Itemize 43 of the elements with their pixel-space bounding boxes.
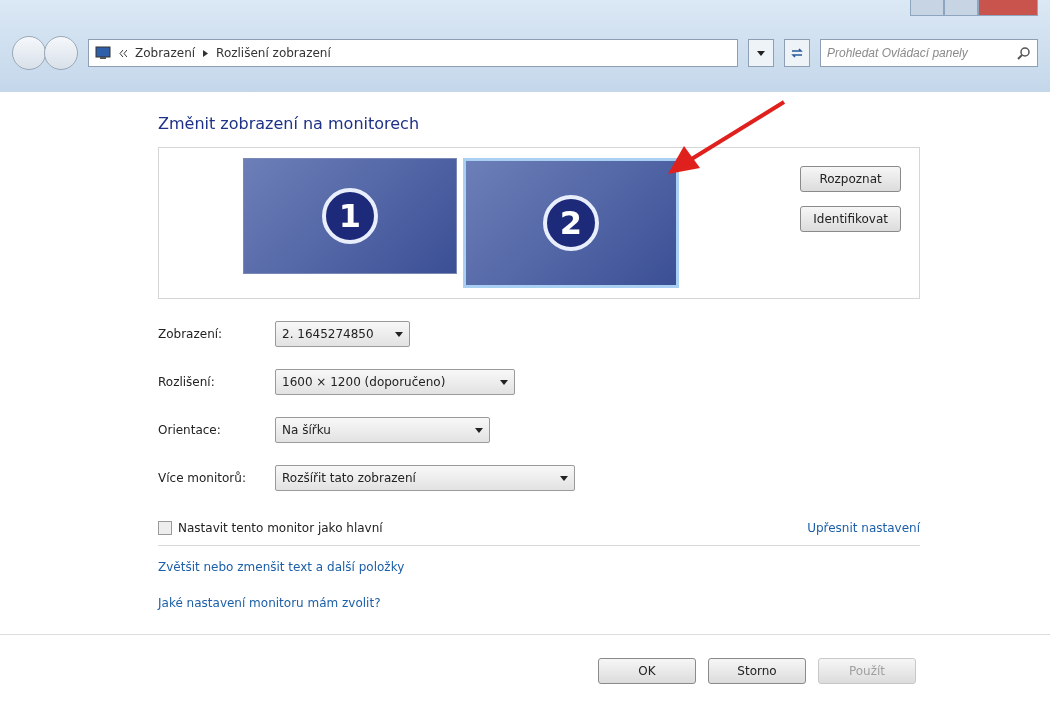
close-button[interactable] [978, 0, 1038, 16]
refresh-button[interactable] [784, 39, 810, 67]
dropdown[interactable]: 2. 1645274850 [275, 321, 410, 347]
minimize-button[interactable] [910, 0, 944, 16]
breadcrumb[interactable]: Zobrazení [135, 46, 196, 60]
help-link[interactable]: Jaké nastavení monitoru mám zvolit? [158, 596, 381, 610]
maximize-button[interactable] [944, 0, 978, 16]
field-label: Více monitorů: [158, 471, 246, 485]
breadcrumb[interactable]: Rozlišení zobrazení [216, 46, 331, 60]
monitor-number: 2 [543, 195, 599, 251]
field-label: Orientace: [158, 423, 221, 437]
search-icon [1017, 46, 1031, 60]
dropdown[interactable]: Na šířku [275, 417, 490, 443]
identify-button[interactable]: Identifikovat [800, 206, 901, 232]
detect-button[interactable]: Rozpoznat [800, 166, 901, 192]
field-label: Zobrazení: [158, 327, 223, 341]
address-bar[interactable]: Zobrazení Rozlišení zobrazení [88, 39, 738, 67]
search-field[interactable]: Prohledat Ovládací panely [820, 39, 1038, 67]
monitor-tile[interactable]: 1 [243, 158, 457, 274]
history-dropdown[interactable] [748, 39, 774, 67]
caret-icon [475, 427, 483, 433]
caret-icon [500, 379, 508, 385]
monitor-tile[interactable]: 2 [463, 158, 679, 288]
dropdown[interactable]: 1600 × 1200 (doporučeno) [275, 369, 515, 395]
back-button[interactable] [12, 36, 46, 70]
dialog-button[interactable]: Storno [708, 657, 806, 684]
forward-button[interactable] [44, 36, 78, 70]
field-label: Rozlišení: [158, 375, 215, 389]
help-link[interactable]: Zvětšit nebo zmenšit text a další položky [158, 560, 405, 574]
monitor-icon [95, 46, 111, 60]
double-chevron-icon [119, 49, 127, 57]
chevron-icon [203, 49, 209, 57]
refresh-icon [791, 48, 803, 58]
caret-icon [560, 475, 568, 481]
section-heading: Změnit zobrazení na monitorech [158, 114, 421, 133]
checkbox-label: Nastavit tento monitor jako hlavní [178, 521, 383, 535]
caret-icon [395, 331, 403, 337]
dropdown[interactable]: Rozšířit tato zobrazení [275, 465, 575, 491]
advanced-settings-link[interactable]: Upřesnit nastavení [807, 521, 920, 535]
dialog-button[interactable]: OK [598, 657, 696, 684]
caret-icon [757, 50, 765, 56]
monitor-number: 1 [322, 188, 378, 244]
checkbox[interactable] [158, 521, 172, 535]
